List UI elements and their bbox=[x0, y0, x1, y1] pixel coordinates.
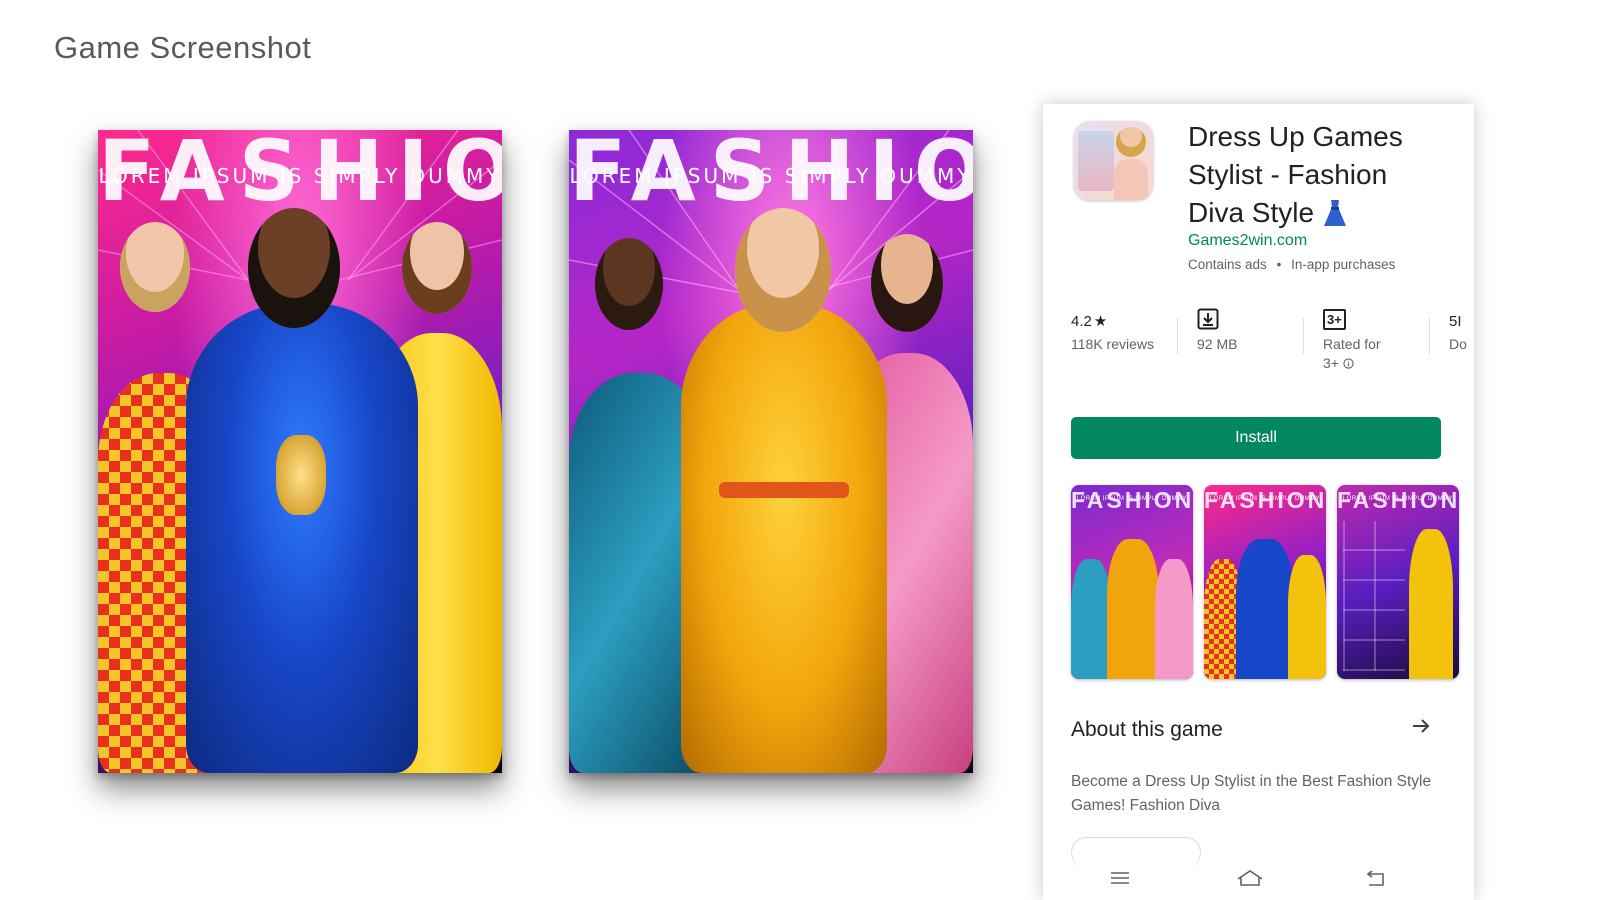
back-icon[interactable] bbox=[1363, 866, 1399, 896]
thumb-wardrobe-grid bbox=[1343, 521, 1405, 671]
screenshot-subheading: LOREM IPSUM IS SIMPLY DUMMY bbox=[569, 164, 973, 188]
install-button[interactable]: Install bbox=[1071, 417, 1441, 459]
content-rating-stat[interactable]: 3+ Rated for 3+ bbox=[1323, 304, 1423, 374]
downloads-value: 5I bbox=[1449, 313, 1462, 330]
thumbnail-subheading: LOREM IPSUM IS SIMPLY DUMMY bbox=[1342, 496, 1454, 502]
about-heading: About this game bbox=[1071, 718, 1223, 741]
wardrobe-graphic bbox=[1078, 131, 1114, 191]
arrow-right-icon[interactable] bbox=[1409, 714, 1433, 745]
contains-ads-label: Contains ads bbox=[1188, 257, 1267, 272]
thumbnail-2[interactable]: FASHION LOREM IPSUM IS SIMPLY DUMMY bbox=[1204, 485, 1326, 679]
dress-icon bbox=[1324, 200, 1347, 226]
thumbnail-3[interactable]: FASHION LOREM IPSUM IS SIMPLY DUMMY bbox=[1337, 485, 1459, 679]
stat-divider bbox=[1177, 318, 1178, 354]
app-title-line-2: Stylist - Fashion bbox=[1188, 159, 1388, 190]
icon-dress bbox=[1114, 159, 1148, 200]
downloads-stat: 5I Do bbox=[1449, 304, 1474, 374]
model-left-head bbox=[120, 222, 190, 312]
app-icon[interactable] bbox=[1074, 121, 1153, 200]
gold-ornament bbox=[276, 435, 326, 515]
rated-for-label: Rated for bbox=[1323, 336, 1381, 352]
developer-link[interactable]: Games2win.com bbox=[1188, 232, 1307, 250]
app-meta: Contains ads • In-app purchases bbox=[1188, 257, 1395, 272]
thumb-model-right bbox=[1288, 555, 1326, 679]
page-title: Game Screenshot bbox=[54, 30, 312, 65]
model-center bbox=[681, 303, 887, 773]
app-title-line-1: Dress Up Games bbox=[1188, 121, 1403, 152]
info-icon[interactable] bbox=[1343, 357, 1354, 369]
reviews-count: 118K reviews bbox=[1071, 336, 1155, 352]
thumbnail-1[interactable]: FASHION LOREM IPSUM IS SIMPLY DUMMY bbox=[1071, 485, 1193, 679]
stat-divider bbox=[1303, 318, 1304, 354]
model-right-head bbox=[402, 222, 472, 314]
model-center bbox=[186, 303, 418, 773]
home-icon[interactable] bbox=[1235, 866, 1271, 896]
rated-for-value: 3+ bbox=[1323, 355, 1339, 371]
meta-separator: • bbox=[1276, 257, 1282, 272]
star-icon: ★ bbox=[1093, 313, 1108, 330]
model-right-head bbox=[871, 234, 943, 332]
size-stat: 92 MB bbox=[1197, 304, 1287, 374]
download-icon bbox=[1197, 308, 1219, 330]
thumb-model bbox=[1409, 529, 1453, 679]
game-screenshot-2[interactable]: FASHION LOREM IPSUM IS SIMPLY DUMMY bbox=[569, 130, 973, 773]
app-size: 92 MB bbox=[1197, 336, 1238, 352]
thumb-model-center bbox=[1236, 539, 1294, 679]
thumb-model-right bbox=[1155, 559, 1193, 679]
stat-divider bbox=[1429, 318, 1430, 354]
app-title-line-3-text: Diva Style bbox=[1188, 197, 1315, 228]
thumb-model-left bbox=[1071, 559, 1111, 679]
app-title-line-3: Diva Style bbox=[1188, 194, 1458, 232]
game-screenshot-1[interactable]: FASHION LOREM IPSUM IS SIMPLY DUMMY bbox=[98, 130, 502, 773]
android-nav-bar bbox=[1043, 860, 1474, 900]
model-center-head bbox=[248, 208, 340, 328]
orange-belt bbox=[719, 482, 849, 498]
play-store-listing: Dress Up Games Stylist - Fashion Diva St… bbox=[1043, 104, 1474, 900]
app-title: Dress Up Games Stylist - Fashion Diva St… bbox=[1188, 118, 1458, 232]
stats-row: 4.2★ 118K reviews 92 MB 3+ Rated for 3+ bbox=[1043, 304, 1474, 374]
model-left-head bbox=[595, 238, 663, 330]
rating-value: 4.2 bbox=[1071, 313, 1092, 330]
downloads-label: Do bbox=[1449, 336, 1467, 352]
model-center-head bbox=[735, 208, 831, 332]
thumb-model-center bbox=[1107, 539, 1159, 679]
icon-model bbox=[1116, 127, 1146, 157]
rated-for-value-row: 3+ bbox=[1323, 355, 1423, 371]
thumbnail-subheading: LOREM IPSUM IS SIMPLY DUMMY bbox=[1076, 496, 1188, 502]
menu-icon[interactable] bbox=[1108, 866, 1144, 896]
rating-stat[interactable]: 4.2 ★ 118K reviews bbox=[1071, 304, 1171, 374]
in-app-purchases-label: In-app purchases bbox=[1291, 257, 1396, 272]
thumbnail-subheading: LOREM IPSUM IS SIMPLY DUMMY bbox=[1209, 496, 1321, 502]
age-rating-badge-icon: 3+ bbox=[1323, 309, 1346, 330]
about-description: Become a Dress Up Stylist in the Best Fa… bbox=[1071, 773, 1432, 814]
screenshot-subheading: LOREM IPSUM IS SIMPLY DUMMY bbox=[98, 164, 502, 188]
